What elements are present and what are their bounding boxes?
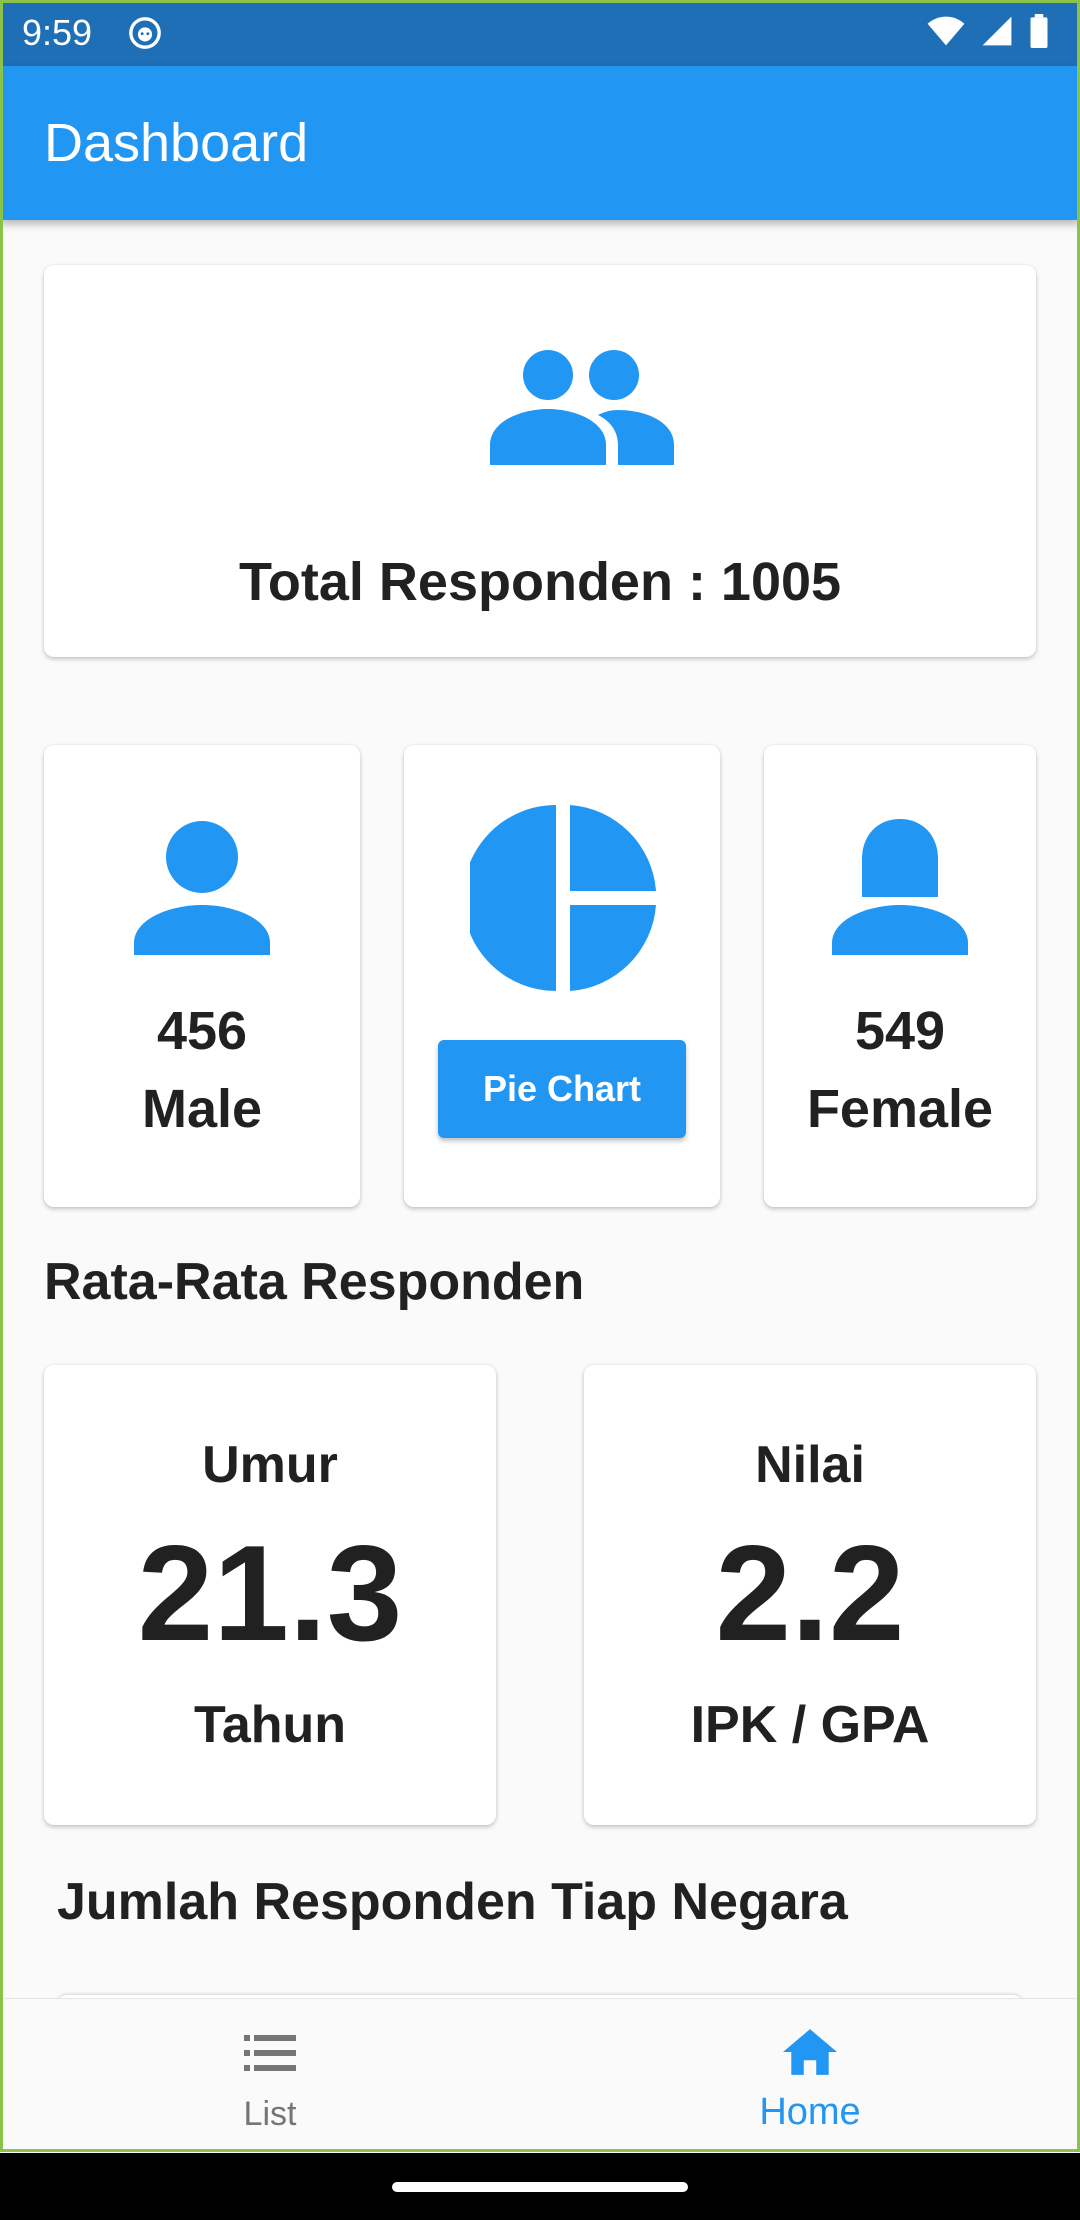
total-respondents-label: Total Responden : 1005 xyxy=(238,552,842,612)
wifi-icon xyxy=(927,16,965,46)
status-bar: 9:59 xyxy=(0,0,1080,66)
pie-chart-card: Pie Chart xyxy=(404,745,720,1207)
status-icons xyxy=(926,14,1050,48)
gpa-label: Nilai xyxy=(755,1436,865,1494)
gpa-value: 2.2 xyxy=(715,1517,905,1669)
average-age-card: Umur 21.3 Tahun xyxy=(44,1365,496,1825)
app-notification-icon xyxy=(129,17,161,49)
nav-label-home: Home xyxy=(759,2091,861,2133)
cell-signal-icon xyxy=(982,16,1012,46)
system-navigation-bar xyxy=(0,2152,1080,2220)
pie-chart-button[interactable]: Pie Chart xyxy=(438,1040,686,1138)
people-group-icon xyxy=(490,350,674,465)
pie-chart-icon xyxy=(470,805,656,991)
nav-item-list[interactable]: List xyxy=(0,1999,540,2153)
averages-section-title: Rata-Rata Responden xyxy=(44,1253,585,1311)
nav-label-list: List xyxy=(243,2095,297,2133)
female-label: Female xyxy=(806,1079,994,1139)
country-section-title: Jumlah Responden Tiap Negara xyxy=(57,1873,848,1931)
age-label: Umur xyxy=(202,1436,338,1494)
age-value: 21.3 xyxy=(137,1517,403,1669)
female-person-icon xyxy=(832,819,968,955)
gpa-unit: IPK / GPA xyxy=(690,1696,930,1754)
average-gpa-card: Nilai 2.2 IPK / GPA xyxy=(584,1365,1036,1825)
home-gesture-indicator[interactable] xyxy=(392,2182,688,2192)
female-count: 549 xyxy=(854,1001,946,1061)
person-icon xyxy=(134,821,270,955)
bottom-navigation: List Home xyxy=(0,1998,1080,2153)
app-bar-title: Dashboard xyxy=(44,113,309,173)
app-bar: Dashboard xyxy=(0,66,1080,220)
home-icon xyxy=(783,2029,837,2075)
list-icon xyxy=(244,2035,296,2071)
male-card: 456 Male xyxy=(44,745,360,1207)
nav-item-home[interactable]: Home xyxy=(540,1999,1080,2153)
age-unit: Tahun xyxy=(193,1696,347,1754)
total-respondents-card: Total Responden : 1005 xyxy=(44,265,1036,657)
status-time: 9:59 xyxy=(22,12,93,53)
male-count: 456 xyxy=(156,1001,248,1061)
battery-icon xyxy=(1030,14,1048,48)
female-card: 549 Female xyxy=(764,745,1036,1207)
male-label: Male xyxy=(141,1079,263,1139)
